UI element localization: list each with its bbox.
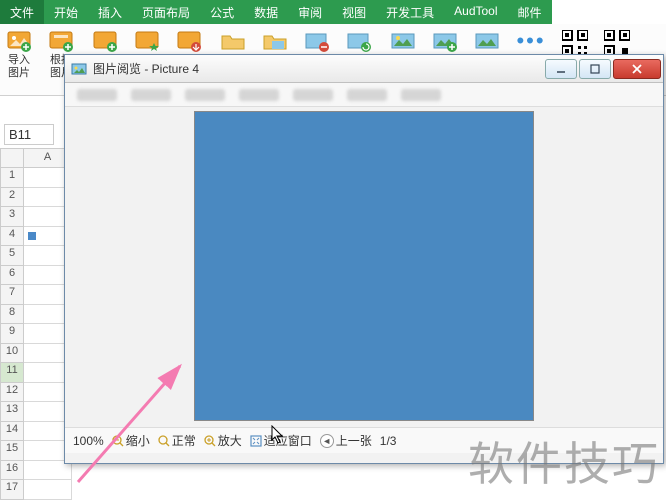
toolbar-item[interactable]: [185, 89, 225, 101]
more-dots-icon: •••: [516, 30, 545, 52]
picture-down-icon: [176, 30, 202, 52]
row-header[interactable]: 15: [0, 441, 24, 461]
row-header[interactable]: 6: [0, 266, 24, 286]
row-header[interactable]: 8: [0, 305, 24, 325]
toolbar-item[interactable]: [401, 89, 441, 101]
toolbar-btn-4[interactable]: [132, 30, 162, 52]
row-header[interactable]: 16: [0, 461, 24, 481]
toolbar-btn-7[interactable]: [260, 30, 290, 52]
zoom-in-button[interactable]: 放大: [204, 432, 242, 449]
prev-label: 上一张: [336, 432, 372, 449]
maximize-button[interactable]: [579, 59, 611, 79]
row-header[interactable]: 7: [0, 285, 24, 305]
zoom-out-label: 缩小: [126, 432, 150, 449]
picture-star-icon: [134, 30, 160, 52]
ribbon-tab-dev[interactable]: 开发工具: [376, 0, 444, 24]
zoom-out-button[interactable]: 缩小: [112, 432, 150, 449]
row-header[interactable]: 17: [0, 480, 24, 500]
fit-window-button[interactable]: 适应窗口: [250, 432, 312, 449]
ribbon-tabs: 文件 开始 插入 页面布局 公式 数据 审阅 视图 开发工具 AudTool 邮…: [0, 0, 666, 24]
ribbon-tab-mail[interactable]: 邮件: [508, 0, 552, 24]
ribbon-tab-review[interactable]: 审阅: [288, 0, 332, 24]
landscape-gear-icon: [474, 30, 500, 52]
toolbar-btn-9[interactable]: [344, 30, 374, 52]
import-image-button[interactable]: 导入 图片: [4, 30, 34, 80]
row-header[interactable]: 5: [0, 246, 24, 266]
toolbar-item[interactable]: [347, 89, 387, 101]
qr-icon: [604, 30, 630, 56]
row-header-selected[interactable]: 11: [0, 363, 24, 383]
row-header[interactable]: 12: [0, 383, 24, 403]
qr-button-1[interactable]: [560, 30, 590, 56]
zoom-normal-label: 正常: [172, 432, 196, 449]
toolbar-btn-6[interactable]: [218, 30, 248, 52]
displayed-picture: [194, 111, 534, 421]
toolbar-btn-10[interactable]: [388, 30, 418, 52]
viewer-quick-toolbar: [65, 83, 663, 107]
toolbar-item[interactable]: [293, 89, 333, 101]
ribbon-tab-home[interactable]: 开始: [44, 0, 88, 24]
zoom-in-label: 放大: [218, 432, 242, 449]
ribbon-tab-layout[interactable]: 页面布局: [132, 0, 200, 24]
picture-refresh-icon: [346, 30, 372, 52]
minimize-button[interactable]: [545, 59, 577, 79]
by-image-icon: [48, 30, 74, 52]
toolbar-btn-5[interactable]: [174, 30, 204, 52]
more-button[interactable]: •••: [516, 30, 546, 52]
select-all-corner[interactable]: [0, 148, 24, 168]
ribbon-tab-audtool[interactable]: AudTool: [444, 0, 507, 24]
row-header[interactable]: 13: [0, 402, 24, 422]
folder-icon: [220, 30, 246, 52]
toolbar-item[interactable]: [239, 89, 279, 101]
viewer-titlebar[interactable]: 图片阅览 - Picture 4: [65, 55, 663, 83]
import-image-icon: [6, 30, 32, 52]
picture-icon: [92, 30, 118, 52]
viewer-canvas[interactable]: [65, 107, 663, 427]
viewer-statusbar: 100% 缩小 正常 放大 适应窗口 ◄ 上一张 1/3: [65, 427, 663, 453]
landscape-add-icon: [432, 30, 458, 52]
zoom-percent: 100%: [73, 434, 104, 448]
ribbon-tab-view[interactable]: 视图: [332, 0, 376, 24]
toolbar-btn-3[interactable]: [90, 30, 120, 52]
window-controls: [545, 59, 663, 79]
prev-image-button[interactable]: ◄ 上一张: [320, 432, 372, 449]
cell-thumbnail: [28, 232, 36, 240]
toolbar-btn-11[interactable]: [430, 30, 460, 52]
magnifier-icon: [158, 435, 170, 447]
picture-remove-icon: [304, 30, 330, 52]
ribbon-tab-insert[interactable]: 插入: [88, 0, 132, 24]
ribbon-tab-data[interactable]: 数据: [244, 0, 288, 24]
toolbar-item[interactable]: [131, 89, 171, 101]
cell[interactable]: [24, 480, 72, 500]
fit-label: 适应窗口: [264, 432, 312, 449]
ribbon-tab-file[interactable]: 文件: [0, 0, 44, 24]
qr-button-2[interactable]: [602, 30, 632, 56]
toolbar-item[interactable]: [77, 89, 117, 101]
import-image-label: 导入 图片: [8, 54, 30, 80]
toolbar-btn-12[interactable]: [472, 30, 502, 52]
landscape-icon: [390, 30, 416, 52]
row-header[interactable]: 10: [0, 344, 24, 364]
app-icon: [71, 61, 87, 77]
zoom-normal-button[interactable]: 正常: [158, 432, 196, 449]
toolbar-btn-8[interactable]: [302, 30, 332, 52]
folder-picture-icon: [262, 30, 288, 52]
picture-viewer-window: 图片阅览 - Picture 4 100% 缩小: [64, 54, 664, 464]
row-header[interactable]: 1: [0, 168, 24, 188]
ribbon-tab-formula[interactable]: 公式: [200, 0, 244, 24]
magnifier-plus-icon: [204, 435, 216, 447]
row-header[interactable]: 2: [0, 188, 24, 208]
fit-icon: [250, 435, 262, 447]
close-button[interactable]: [613, 59, 661, 79]
row-header[interactable]: 4: [0, 227, 24, 247]
row-header[interactable]: 9: [0, 324, 24, 344]
cell-reference-box[interactable]: B11: [4, 124, 54, 145]
arrow-left-icon: ◄: [320, 434, 334, 448]
row-header[interactable]: 14: [0, 422, 24, 442]
viewer-title: 图片阅览 - Picture 4: [93, 60, 545, 77]
qr-icon: [562, 30, 588, 56]
row-header[interactable]: 3: [0, 207, 24, 227]
magnifier-minus-icon: [112, 435, 124, 447]
page-indicator: 1/3: [380, 434, 397, 448]
